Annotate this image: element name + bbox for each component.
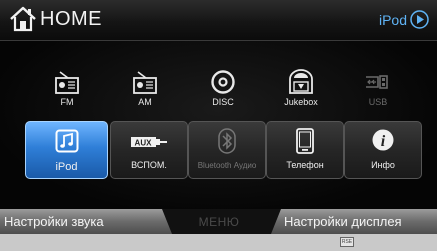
main-menu: FM AM DISC Jukebox USB iPod AUX ВСПОМ. B… [0, 41, 437, 211]
screen: HOME iPod FM AM DISC Jukebox USB iPod AU… [0, 0, 437, 251]
info-label: Инфо [371, 160, 395, 170]
radio-icon [133, 71, 157, 94]
current-source-label[interactable]: iPod [379, 12, 407, 28]
display-settings-button[interactable]: Настройки дисплея [271, 209, 437, 234]
am-label: AM [138, 97, 152, 107]
menu-button[interactable]: МЕНЮ [172, 215, 266, 229]
feature-row: iPod AUX ВСПОМ. Bluetooth Аудио Телефон … [0, 121, 437, 181]
phone-button[interactable]: Телефон [266, 121, 344, 179]
disc-label: DISC [212, 97, 234, 107]
svg-text:i: i [381, 133, 386, 150]
info-button[interactable]: i Инфо [344, 121, 422, 179]
ipod-label: iPod [55, 161, 78, 173]
aux-label: ВСПОМ. [131, 160, 167, 170]
play-icon[interactable] [410, 10, 429, 29]
am-button[interactable]: AM [105, 41, 185, 116]
header-bar: HOME iPod [0, 0, 437, 41]
usb-icon [366, 75, 388, 89]
ipod-button[interactable]: iPod [25, 121, 108, 179]
fm-button[interactable]: FM [27, 41, 107, 116]
usb-button[interactable]: USB [338, 41, 418, 116]
home-icon[interactable] [9, 6, 37, 32]
page-title: HOME [40, 8, 102, 30]
aux-icon: AUX [131, 137, 167, 148]
phone-icon [296, 128, 314, 154]
bluetooth-audio-label: Bluetooth Аудио [197, 161, 257, 170]
disc-icon [211, 70, 235, 94]
bluetooth-icon [218, 128, 236, 154]
music-note-icon [55, 129, 78, 153]
sound-settings-button[interactable]: Настройки звука [0, 209, 172, 234]
phone-label: Телефон [286, 160, 324, 170]
bottom-bar: Настройки звука МЕНЮ Настройки дисплея [0, 209, 437, 234]
aux-button[interactable]: AUX ВСПОМ. [110, 121, 188, 179]
sound-settings-label: Настройки звука [4, 214, 104, 229]
display-settings-label: Настройки дисплея [284, 214, 402, 229]
disc-button[interactable]: DISC [183, 41, 263, 116]
info-icon: i [372, 129, 394, 151]
aux-icon-text: AUX [135, 139, 153, 148]
fm-label: FM [60, 97, 74, 107]
jukebox-button[interactable]: Jukebox [261, 41, 341, 116]
radio-icon [55, 71, 79, 94]
jukebox-icon [289, 69, 313, 94]
bluetooth-audio-button[interactable]: Bluetooth Аудио [188, 121, 266, 179]
source-row: FM AM DISC Jukebox USB [0, 41, 437, 116]
status-bar: RSE [0, 234, 437, 251]
jukebox-label: Jukebox [284, 97, 318, 107]
usb-label: USB [368, 97, 388, 107]
status-indicator-icon: RSE [340, 237, 354, 247]
